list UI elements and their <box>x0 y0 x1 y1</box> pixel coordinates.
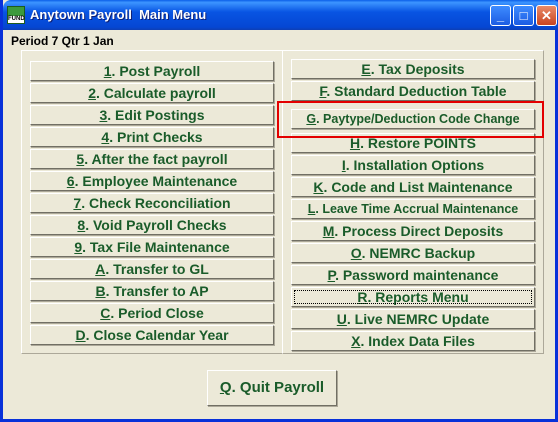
menu-button-tax-deposits[interactable]: E. Tax Deposits <box>291 59 535 79</box>
title-bar[interactable]: FUND Anytown Payroll Main Menu _ □ ✕ <box>3 0 558 30</box>
menu-button-leave-time-accrual-maintenance[interactable]: L. Leave Time Accrual Maintenance <box>291 199 535 219</box>
menu-button-process-direct-deposits[interactable]: M. Process Direct Deposits <box>291 221 535 241</box>
maximize-icon: □ <box>519 8 528 23</box>
menu-button-after-the-fact-payroll[interactable]: 5. After the fact payroll <box>30 149 274 169</box>
menu-button-transfer-to-gl[interactable]: A. Transfer to GL <box>30 259 274 279</box>
minimize-button[interactable]: _ <box>490 5 511 26</box>
menu-button-index-data-files[interactable]: X. Index Data Files <box>291 331 535 351</box>
menu-button-installation-options[interactable]: I. Installation Options <box>291 155 535 175</box>
menu-button-reports-menu[interactable]: R. Reports Menu <box>291 287 535 307</box>
menu-button-period-close[interactable]: C. Period Close <box>30 303 274 323</box>
minimize-icon: _ <box>496 8 505 23</box>
menu-button-close-calendar-year[interactable]: D. Close Calendar Year <box>30 325 274 345</box>
menu-button-calculate-payroll[interactable]: 2. Calculate payroll <box>30 83 274 103</box>
menu-button-tax-file-maintenance[interactable]: 9. Tax File Maintenance <box>30 237 274 257</box>
menu-button-transfer-to-ap[interactable]: B. Transfer to AP <box>30 281 274 301</box>
period-label: Period 7 Qtr 1 Jan <box>11 34 114 48</box>
menu-button-edit-postings[interactable]: 3. Edit Postings <box>30 105 274 125</box>
menu-button-post-payroll[interactable]: 1. Post Payroll <box>30 61 274 81</box>
menu-button-live-nemrc-update[interactable]: U. Live NEMRC Update <box>291 309 535 329</box>
maximize-button[interactable]: □ <box>513 5 534 26</box>
menu-button-code-and-list-maintenance[interactable]: K. Code and List Maintenance <box>291 177 535 197</box>
app-icon: FUND <box>7 6 25 24</box>
quit-payroll-button[interactable]: Q. Quit Payroll <box>207 370 337 406</box>
menu-button-print-checks[interactable]: 4. Print Checks <box>30 127 274 147</box>
close-icon: ✕ <box>541 8 552 23</box>
menu-button-void-payroll-checks[interactable]: 8. Void Payroll Checks <box>30 215 274 235</box>
main-menu-window: FUND Anytown Payroll Main Menu _ □ ✕ Per… <box>0 0 558 422</box>
right-menu-panel: E. Tax Deposits F. Standard Deduction Ta… <box>282 50 544 354</box>
close-button[interactable]: ✕ <box>536 5 557 26</box>
menu-button-password-maintenance[interactable]: P. Password maintenance <box>291 265 535 285</box>
left-menu-panel: 1. Post Payroll 2. Calculate payroll 3. … <box>21 50 283 354</box>
highlight-box <box>277 101 544 138</box>
menu-button-employee-maintenance[interactable]: 6. Employee Maintenance <box>30 171 274 191</box>
app-icon-label: FUND <box>8 16 25 23</box>
menu-button-standard-deduction-table[interactable]: F. Standard Deduction Table <box>291 81 535 101</box>
menu-button-check-reconciliation[interactable]: 7. Check Reconciliation <box>30 193 274 213</box>
window-title: Anytown Payroll Main Menu <box>30 7 207 22</box>
menu-button-nemrc-backup[interactable]: O. NEMRC Backup <box>291 243 535 263</box>
